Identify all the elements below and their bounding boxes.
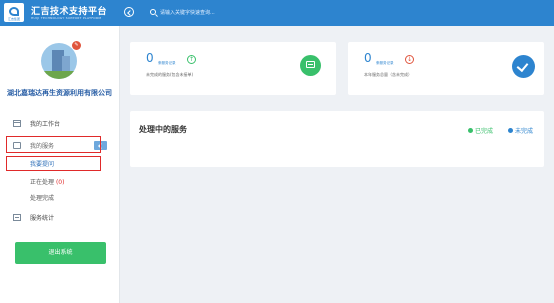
- legend-completed: 已完成: [468, 126, 493, 135]
- sidebar-item-statistics[interactable]: 服务统计: [0, 211, 119, 225]
- sidebar-subitem-ask-question[interactable]: 我要提问: [30, 159, 54, 168]
- stat-unit: 条服务记录: [158, 61, 176, 65]
- org-name: 湖北嘉瑞达再生资源利用有限公司: [7, 89, 112, 97]
- message-icon[interactable]: [300, 55, 321, 76]
- stat-number: 0: [146, 51, 154, 65]
- sidebar-subitem-label: 正在处理: [30, 179, 55, 186]
- avatar-badge[interactable]: ✎: [72, 41, 81, 50]
- check-icon[interactable]: [512, 55, 535, 78]
- processing-services-panel: 处理中的服务 已完成 未完成: [130, 111, 544, 167]
- chart-icon: [13, 214, 21, 221]
- arrow-up-icon: ↑: [187, 55, 196, 64]
- search-input[interactable]: [160, 7, 360, 19]
- sidebar-subitem-processing[interactable]: 正在处理 (0): [30, 177, 64, 186]
- stat-description: 本年服务总量（含未完成）: [364, 72, 412, 77]
- app-subtitle: HUIJI TECHNOLOGY SUPPORT PLATFORM: [31, 16, 102, 20]
- legend-uncompleted: 未完成: [508, 126, 533, 135]
- grass-graphic: [41, 71, 77, 79]
- panel-title: 处理中的服务: [139, 125, 187, 134]
- app-logo[interactable]: 汇吉集团: [4, 3, 24, 22]
- stat-card-yearly: 0 条服务记录 ↓ 本年服务总量（含未完成）: [348, 42, 544, 95]
- logo-text: 汇吉集团: [7, 17, 20, 21]
- arrow-down-icon: ↓: [405, 55, 414, 64]
- stat-number: 0: [364, 51, 372, 65]
- logout-button[interactable]: 退出系统: [15, 242, 106, 264]
- sidebar-item-label: 服务统计: [30, 215, 55, 222]
- legend-dot-icon: [508, 128, 513, 133]
- top-bar: 汇吉集团 汇吉技术支持平台 HUIJI TECHNOLOGY SUPPORT P…: [0, 0, 554, 26]
- sidebar-item-label: 我的工作台: [30, 121, 61, 128]
- calendar-icon: [13, 120, 21, 127]
- highlight-box: [6, 136, 101, 153]
- legend-label: 未完成: [515, 128, 534, 135]
- search-icon[interactable]: [150, 9, 156, 15]
- legend-dot-icon: [468, 128, 473, 133]
- stat-card-unfinished: 0 条服务记录 ↑ 未完成的服务(包含未接单): [130, 42, 336, 95]
- sidebar: ✎ 湖北嘉瑞达再生资源利用有限公司 我的工作台 我的服务 我要提问 正在处理 (…: [0, 26, 120, 303]
- stat-description: 未完成的服务(包含未接单): [146, 72, 194, 77]
- sidebar-item-workbench[interactable]: 我的工作台: [0, 117, 119, 131]
- processing-count: (0): [55, 179, 65, 186]
- stat-unit: 条服务记录: [376, 61, 394, 65]
- sidebar-subitem-completed[interactable]: 处理完成: [30, 193, 54, 202]
- collapse-sidebar-icon[interactable]: [124, 7, 134, 17]
- logo-mark-icon: [9, 7, 19, 16]
- avatar[interactable]: [41, 43, 77, 79]
- legend-label: 已完成: [475, 128, 494, 135]
